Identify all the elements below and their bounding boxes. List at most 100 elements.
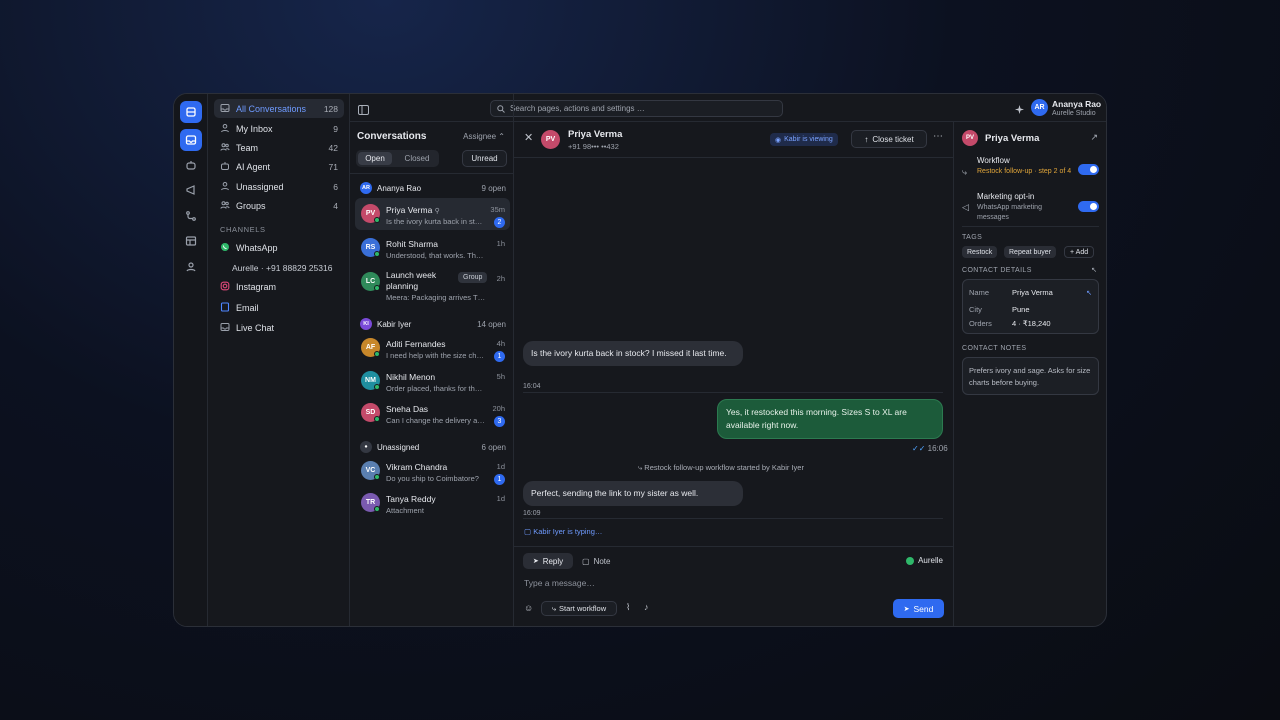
contact-detail-panel: PV Priya Verma ↗ ⤷ Workflow Restock foll…	[954, 122, 1106, 626]
online-indicator	[374, 506, 380, 512]
optin-description: WhatsApp marketing messages	[977, 204, 1042, 221]
logo-icon[interactable]	[180, 101, 202, 123]
whatsapp-number[interactable]: Aurelle · +91 88829 25316	[232, 263, 332, 273]
chat-panel: ✕ PV Priya Verma +91 98••• ••432 ◉ Kabir …	[514, 122, 954, 626]
message-time: 16:04	[523, 383, 541, 390]
send-icon: ➤	[532, 558, 539, 565]
conversation-item[interactable]: NM Nikhil Menon Order placed, thanks for t…	[355, 365, 510, 397]
nav-unassigned[interactable]: Unassigned 6	[214, 177, 344, 196]
composer-divider	[514, 546, 953, 547]
workflow-toggle[interactable]	[1078, 164, 1099, 175]
channel-selector[interactable]: Aurelle	[906, 556, 943, 565]
status-tabs: Open Closed	[356, 150, 439, 167]
tab-open[interactable]: Open	[358, 152, 392, 165]
divider	[350, 173, 513, 174]
layout-icon[interactable]	[180, 230, 202, 252]
user-avatar[interactable]: AR	[1031, 99, 1048, 116]
microphone-icon[interactable]: ♪	[644, 602, 649, 612]
online-indicator	[374, 351, 380, 357]
external-link-icon[interactable]: ↗	[1090, 132, 1098, 143]
attachment-icon[interactable]: ⌇	[626, 602, 630, 613]
contacts-icon[interactable]	[180, 256, 202, 278]
user-company: Aurelle Studio	[1052, 110, 1096, 117]
nav-team[interactable]: Team 42	[214, 138, 344, 157]
online-indicator	[374, 251, 380, 257]
nav-all-conversations[interactable]: All Conversations 128	[214, 99, 344, 118]
tag[interactable]: Repeat buyer	[1004, 246, 1057, 258]
app-window: All Conversations 128 My Inbox 9 Team 42 AI…	[173, 93, 1107, 627]
emoji-icon[interactable]: ☺	[524, 603, 533, 613]
conversation-list-panel: Conversations Assignee ⌃ Open Closed Unr…	[350, 94, 514, 626]
contact-name-value[interactable]: Priya Verma	[1012, 288, 1053, 297]
typing-icon: ▢	[524, 527, 532, 536]
tags-label: TAGS	[962, 234, 983, 241]
conversation-item[interactable]: SD Sneha Das Can I change the delivery a… 2…	[355, 397, 510, 429]
message-time: ✓✓ 16:06	[912, 444, 948, 453]
send-button[interactable]: ➤ Send	[893, 599, 944, 618]
note-tab[interactable]: ▢ Note	[582, 553, 610, 569]
group-header[interactable]: KI Kabir Iyer 14 open	[360, 318, 506, 330]
more-icon[interactable]: ⋯	[933, 131, 943, 142]
contact-notes-label: CONTACT NOTES	[962, 345, 1027, 352]
channels-heading: CHANNELS	[220, 225, 266, 234]
close-ticket-button[interactable]: ↑ Close ticket	[851, 130, 927, 148]
add-tag-button[interactable]: + Add	[1064, 246, 1095, 258]
arrow-up-icon: ↑	[864, 134, 869, 144]
channel-live-chat[interactable]: Live Chat	[214, 318, 344, 337]
contact-details-label: CONTACT DETAILS	[962, 267, 1032, 274]
channel-instagram[interactable]: Instagram	[214, 277, 344, 296]
search-input[interactable]: Search pages, actions and settings …	[490, 100, 783, 117]
marketing-optin-toggle[interactable]	[1078, 201, 1099, 212]
conversation-item[interactable]: TR Tanya Reddy Attachment 1d	[355, 487, 510, 519]
user-icon: ●	[360, 441, 372, 453]
megaphone-icon[interactable]	[180, 179, 202, 201]
icon-rail	[174, 94, 208, 626]
close-icon[interactable]: ✕	[524, 131, 533, 144]
group-header[interactable]: ● Unassigned 6 open	[360, 441, 506, 453]
inbox-icon[interactable]	[180, 129, 202, 151]
online-indicator	[374, 416, 380, 422]
contact-notes[interactable]: Prefers ivory and sage. Asks for size ch…	[962, 357, 1099, 395]
whatsapp-icon	[906, 556, 915, 565]
group-tag: Group	[458, 272, 488, 283]
group-header[interactable]: AR Ananya Rao 9 open	[360, 182, 506, 194]
sparkle-icon[interactable]	[1014, 102, 1025, 114]
channel-whatsapp[interactable]: WhatsApp	[214, 238, 344, 257]
whatsapp-icon	[220, 242, 231, 253]
viewing-badge: ◉ Kabir is viewing	[770, 133, 838, 146]
conversation-item[interactable]: AF Aditi Fernandes I need help with the si…	[355, 332, 510, 364]
message-outgoing: Yes, it restocked this morning. Sizes S …	[717, 399, 943, 439]
reply-tab[interactable]: ➤ Reply	[523, 553, 573, 569]
nav-my-inbox[interactable]: My Inbox 9	[214, 119, 344, 138]
conversation-item[interactable]: PV Priya Verma ⚲ Is the ivory kurta back i…	[355, 198, 510, 230]
tag[interactable]: Restock	[962, 246, 998, 258]
conversation-item[interactable]: RS Rohit Sharma Understood, that works. Th…	[355, 232, 510, 264]
assignee-sort[interactable]: Assignee ⌃	[463, 132, 505, 141]
conversation-item[interactable]: VC Vikram Chandra Do you ship to Coimbator…	[355, 455, 510, 487]
start-workflow-button[interactable]: ⤷ Start workflow	[541, 601, 617, 616]
bot-icon[interactable]	[180, 154, 202, 176]
megaphone-icon: ◁	[962, 202, 969, 212]
online-indicator	[374, 217, 380, 223]
conversation-item[interactable]: LC Launch week planning Meera: Packaging a…	[355, 264, 510, 304]
channel-email[interactable]: Email	[214, 298, 344, 317]
chat-header: ✕ PV Priya Verma +91 98••• ••432 ◉ Kabir …	[514, 122, 953, 158]
contact-city-value[interactable]: Pune	[1012, 305, 1030, 314]
inbox-nav: All Conversations 128 My Inbox 9 Team 42 AI…	[208, 94, 350, 626]
workflow-icon[interactable]	[180, 205, 202, 227]
chevron-up-icon: ⌃	[498, 132, 505, 141]
contact-avatar: PV	[962, 130, 978, 146]
conversations-title: Conversations	[357, 131, 427, 142]
nav-ai-agent[interactable]: AI Agent 71	[214, 157, 344, 176]
contact-name: Priya Verma	[985, 133, 1040, 144]
workflow-icon: ⤷	[962, 167, 968, 177]
tab-closed[interactable]: Closed	[400, 152, 434, 165]
message-input[interactable]: Type a message…	[524, 578, 595, 588]
unread-filter-button[interactable]: Unread	[462, 150, 507, 167]
nav-groups[interactable]: Groups 4	[214, 196, 344, 215]
cursor-icon: ↖	[1091, 267, 1097, 274]
typing-indicator: ▢ Kabir Iyer is typing…	[524, 527, 603, 536]
cursor-icon: ↖	[1086, 290, 1092, 297]
user-name: Ananya Rao	[1052, 99, 1102, 109]
online-indicator	[374, 384, 380, 390]
